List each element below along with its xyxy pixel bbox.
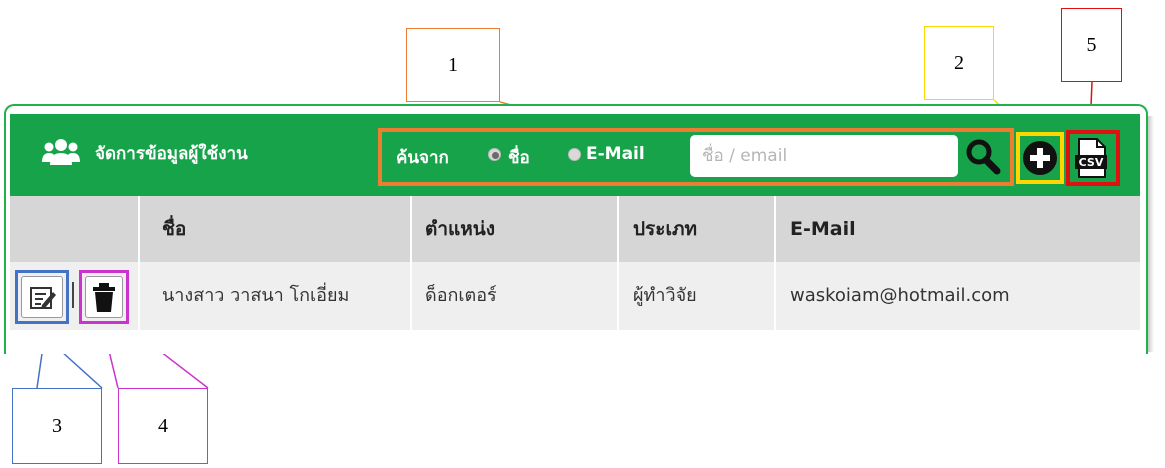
cell-position: ด็อกเตอร์ xyxy=(425,285,497,306)
column-divider xyxy=(138,262,140,330)
callout-4: 4 xyxy=(118,388,208,464)
users-icon xyxy=(42,139,80,165)
callout-3: 3 xyxy=(12,388,102,464)
highlight-edit-button xyxy=(15,270,69,324)
callout-2: 2 xyxy=(924,26,994,100)
highlight-delete-button xyxy=(79,270,129,324)
page-title: จัดการข้อมูลผู้ใช้งาน xyxy=(95,144,248,164)
highlight-search-group xyxy=(378,128,1014,186)
column-header-email: E-Mail xyxy=(790,218,856,240)
callout-1: 1 xyxy=(406,28,500,102)
cell-name: นางสาว วาสนา โกเอี่ยม xyxy=(162,285,350,306)
column-divider xyxy=(774,262,776,330)
column-divider xyxy=(617,262,619,330)
column-divider xyxy=(410,262,412,330)
highlight-csv-button xyxy=(1066,130,1120,186)
highlight-add-button xyxy=(1016,132,1064,184)
column-header-type: ประเภท xyxy=(633,218,698,240)
cell-type: ผู้ทำวิจัย xyxy=(633,285,697,306)
callout-5: 5 xyxy=(1061,8,1122,82)
cell-email: waskoiam@hotmail.com xyxy=(790,285,1010,306)
column-header-name: ชื่อ xyxy=(162,218,187,240)
action-divider xyxy=(72,282,74,308)
column-header-position: ตำแหน่ง xyxy=(425,218,496,240)
